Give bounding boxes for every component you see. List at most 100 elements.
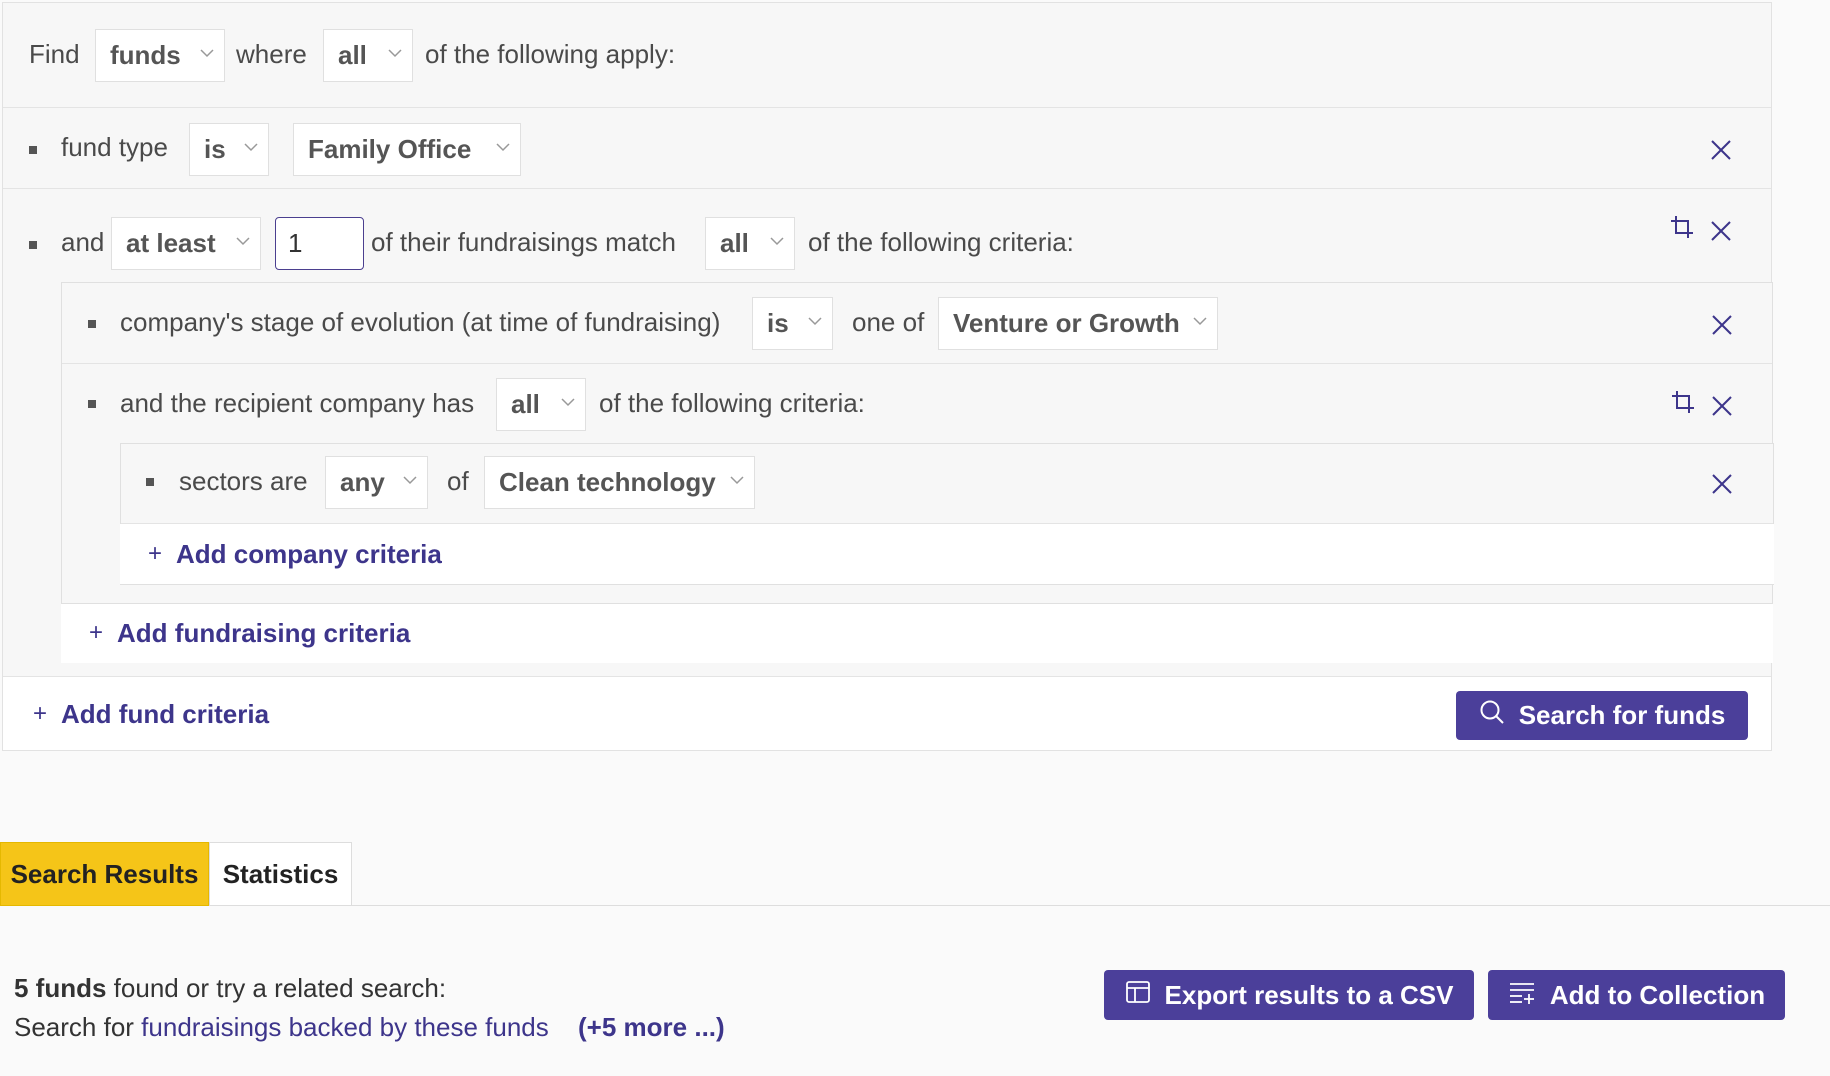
chevron-down-icon [1193,316,1207,328]
chevron-down-icon [388,48,402,60]
export-csv-label: Export results to a CSV [1164,979,1454,1010]
company-group-crop-icon[interactable] [1671,390,1695,414]
plus-icon: + [148,540,163,567]
quantifier-select[interactable]: at least [111,217,261,270]
chevron-down-icon [561,397,575,409]
stage-label: company's stage of evolution (at time of… [120,307,721,337]
search-icon [1479,699,1505,732]
fundraisings-following-label: of the following criteria: [808,227,1074,257]
query-match-select[interactable]: all [323,29,413,82]
chevron-down-icon [770,236,784,248]
sectors-of-label: of [447,466,469,496]
stage-value: Venture or Growth [953,308,1180,338]
plus-icon: + [89,619,104,646]
bullet [88,320,96,328]
plus-icon: + [33,700,48,727]
add-to-collection-button[interactable]: Add to Collection [1488,970,1785,1020]
fundraising-criteria-panel: company's stage of evolution (at time of… [61,282,1774,663]
find-label: Find [29,39,80,69]
company-criteria-panel: sectors are any of Clean technology + Ad… [120,443,1774,585]
tab-search-results-label: Search Results [10,858,199,889]
tab-search-results[interactable]: Search Results [0,842,209,906]
group-crop-icon[interactable] [1670,215,1694,239]
criterion-sectors: sectors are any of Clean technology [121,444,1773,524]
more-related-link[interactable]: (+5 more ...) [578,1012,725,1042]
add-fund-criteria-link[interactable]: + Add fund criteria [33,699,269,729]
fundraisings-match-select[interactable]: all [705,217,795,270]
criterion-company: and the recipient company has all of the… [62,364,1774,604]
add-fund-criteria-label: Add fund criteria [61,699,270,729]
search-for-label: Search for [14,1012,142,1042]
query-following-label: of the following apply: [425,39,676,69]
list-add-icon [1508,979,1536,1012]
sectors-value: Clean technology [499,467,716,497]
add-fundraising-criteria-label: Add fundraising criteria [117,618,411,648]
bullet [88,400,96,408]
table-icon [1125,979,1151,1012]
company-match-select[interactable]: all [496,378,586,431]
criterion-fund-type: fund type is Family Office [3,108,1771,189]
related-search-link[interactable]: fundraisings backed by these funds [141,1012,549,1042]
quantifier-value: at least [126,228,216,258]
company-match-value: all [511,389,540,419]
company-following-label: of the following criteria: [599,388,865,418]
entity-select-value: funds [110,40,181,70]
sectors-operator-value: any [340,467,385,497]
remove-sectors-close-icon[interactable] [1711,471,1733,494]
chevron-down-icon [244,142,258,154]
tab-statistics[interactable]: Statistics [209,842,352,906]
sectors-value-select[interactable]: Clean technology [484,456,755,509]
search-for-funds-label: Search for funds [1518,700,1726,730]
fund-type-operator-select[interactable]: is [189,123,269,176]
query-header-row: Find funds where all of the following ap… [3,3,1771,108]
results-count: 5 funds [14,973,107,1003]
fund-type-label: fund type [61,132,168,162]
chevron-down-icon [496,142,510,154]
criterion-fundraisings: and at least 1 of their fundraisings mat… [3,189,1774,676]
add-to-collection-label: Add to Collection [1549,979,1766,1010]
export-csv-button[interactable]: Export results to a CSV [1104,970,1474,1020]
tab-statistics-label: Statistics [222,858,339,889]
sectors-operator-select[interactable]: any [325,456,428,509]
query-match-value: all [338,40,367,70]
fund-type-value: Family Office [308,134,472,164]
chevron-down-icon [236,236,250,248]
criterion-stage: company's stage of evolution (at time of… [62,283,1772,364]
company-label: and the recipient company has [120,388,475,418]
bullet [29,241,37,249]
sectors-label: sectors are [179,466,308,496]
results-summary: 5 funds found or try a related search: [14,973,446,1004]
stage-operator-value: is [767,308,789,338]
remove-fundraisings-close-icon[interactable] [1710,218,1732,241]
add-company-criteria-row: + Add company criteria [120,524,1774,585]
add-fundraising-criteria-row: + Add fundraising criteria [61,603,1773,663]
add-company-criteria-link[interactable]: + Add company criteria [148,539,442,569]
query-builder: Find funds where all of the following ap… [2,2,1774,751]
fundraisings-match-value: all [720,228,749,258]
stage-value-select[interactable]: Venture or Growth [938,297,1218,350]
where-label: where [236,39,307,69]
fundraisings-and-label: and [61,227,105,257]
builder-footer: + Add fund criteria Search for funds [3,676,1771,750]
chevron-down-icon [730,475,744,487]
fundraisings-count-input[interactable]: 1 [275,217,364,270]
results-tabs: Search Results Statistics [0,842,1830,906]
chevron-down-icon [200,48,214,60]
stage-one-of-label: one of [852,307,925,337]
fund-type-operator-value: is [204,134,226,164]
add-company-criteria-label: Add company criteria [176,539,442,569]
bullet [29,146,37,154]
chevron-down-icon [808,316,822,328]
remove-company-close-icon[interactable] [1711,393,1733,416]
fundraisings-count-value: 1 [288,228,303,258]
search-for-funds-button[interactable]: Search for funds [1456,691,1748,740]
remove-stage-close-icon[interactable] [1711,312,1733,335]
related-search: Search for fundraisings backed by these … [14,1012,725,1043]
entity-select[interactable]: funds [95,29,225,82]
chevron-down-icon [403,475,417,487]
bullet [146,478,154,486]
remove-fund-type-close-icon[interactable] [1710,137,1732,160]
add-fundraising-criteria-link[interactable]: + Add fundraising criteria [89,618,410,648]
stage-operator-select[interactable]: is [752,297,833,350]
fund-type-value-select[interactable]: Family Office [293,123,521,176]
